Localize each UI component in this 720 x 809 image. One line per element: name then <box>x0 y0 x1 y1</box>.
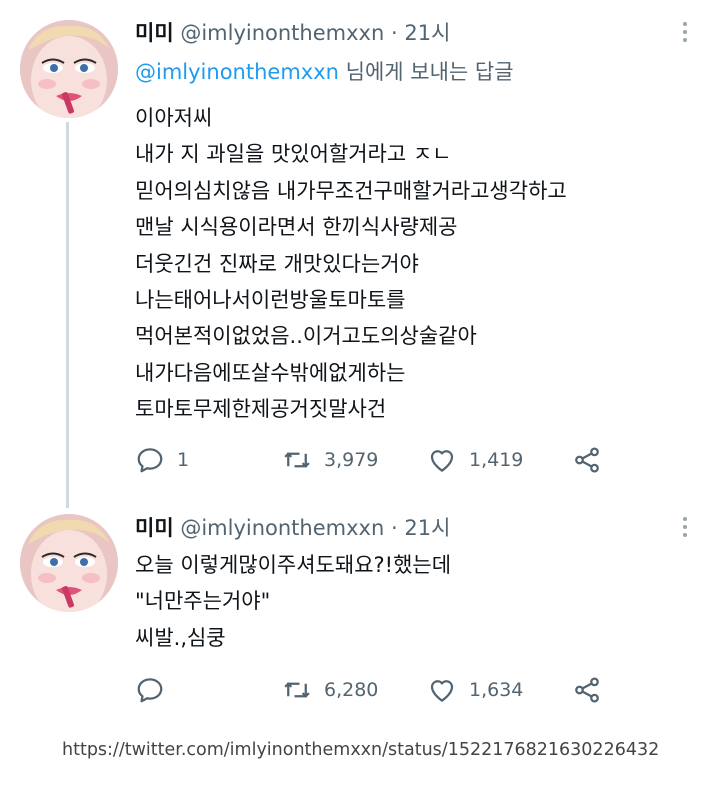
tweet-text-line: 나는태어나서이런방울토마토를 <box>135 287 406 312</box>
retweet-icon <box>284 452 310 468</box>
tweet-text-line: 맨날 시식용이라면서 한끼식사량제공 <box>135 215 458 240</box>
display-name[interactable]: 미미 <box>135 21 174 45</box>
share-icon <box>575 677 599 703</box>
tweet-text-line: 먹어본적이없었음..이거고도의상술같아 <box>135 324 477 349</box>
reply-icon <box>137 448 163 473</box>
like-button[interactable]: 1,419 <box>427 443 523 477</box>
reply-button[interactable] <box>135 673 165 707</box>
reply-icon <box>137 678 163 703</box>
reply-button[interactable]: 1 <box>135 443 189 477</box>
action-bar: 6,280 1,634 <box>0 673 720 707</box>
avatar[interactable] <box>20 20 118 118</box>
more-icon[interactable] <box>678 22 692 46</box>
share-button[interactable] <box>572 443 602 477</box>
like-count: 1,634 <box>469 679 524 701</box>
retweet-button[interactable]: 3,979 <box>282 443 378 477</box>
tweet-header: 미미 @imlyinonthemxxn · 21시 <box>135 18 450 48</box>
tweet[interactable]: 미미 @imlyinonthemxxn · 21시 오늘 이렇게많이주셔도돼요?… <box>0 500 720 725</box>
heart-icon <box>430 680 454 702</box>
tweet-text-line: 내가 지 과일을 맛있어할거라고 ㅈㄴ <box>135 142 452 167</box>
separator-dot: · <box>390 21 398 45</box>
more-icon[interactable] <box>678 517 692 541</box>
reply-count: 1 <box>177 449 190 471</box>
replying-to-suffix: 님에게 보내는 답글 <box>338 60 514 84</box>
share-button[interactable] <box>572 673 602 707</box>
retweet-count: 6,280 <box>324 679 379 701</box>
action-bar: 1 3,979 1,419 <box>0 443 720 477</box>
tweet-text-line: 내가다음에또살수밖에없게하는 <box>135 360 406 385</box>
retweet-icon <box>284 682 310 698</box>
tweet-text-line: 토마토무제한제공거짓말사건 <box>135 397 387 422</box>
source-url[interactable]: https://twitter.com/imlyinonthemxxn/stat… <box>62 740 659 760</box>
tweet-text-line: "너만주는거야" <box>135 589 271 614</box>
like-count: 1,419 <box>469 449 524 471</box>
user-handle[interactable]: @imlyinonthemxxn <box>180 516 384 540</box>
retweet-count: 3,979 <box>324 449 379 471</box>
display-name[interactable]: 미미 <box>135 516 174 540</box>
separator-dot: · <box>390 516 398 540</box>
replying-to: @imlyinonthemxxn 님에게 보내는 답글 <box>135 57 514 87</box>
timestamp[interactable]: 21시 <box>404 516 450 540</box>
tweet-text: 이아저씨 내가 지 과일을 맛있어할거라고 ㅈㄴ 믿어의심치않음 내가무조건구매… <box>135 100 567 428</box>
tweet-text-line: 더웃긴건 진짜로 개맛있다는거야 <box>135 251 419 276</box>
reply-mention-link[interactable]: @imlyinonthemxxn <box>135 60 339 84</box>
tweet-text-line: 씨발.,심쿵 <box>135 625 226 650</box>
tweet-text-line: 이아저씨 <box>135 106 213 130</box>
timestamp[interactable]: 21시 <box>404 21 450 45</box>
avatar[interactable] <box>20 514 118 612</box>
user-handle[interactable]: @imlyinonthemxxn <box>180 21 384 45</box>
tweet-text: 오늘 이렇게많이주셔도돼요?!했는데 "너만주는거야" 씨발.,심쿵 <box>135 547 451 656</box>
retweet-button[interactable]: 6,280 <box>282 673 378 707</box>
heart-icon <box>430 450 454 472</box>
tweet-header: 미미 @imlyinonthemxxn · 21시 <box>135 513 450 543</box>
share-icon <box>575 447 599 473</box>
tweet-text-line: 믿어의심치않음 내가무조건구매할거라고생각하고 <box>135 178 567 203</box>
tweet[interactable]: 미미 @imlyinonthemxxn · 21시 @imlyinonthemx… <box>0 0 720 508</box>
like-button[interactable]: 1,634 <box>427 673 523 707</box>
tweet-text-line: 오늘 이렇게많이주셔도돼요?!했는데 <box>135 553 452 577</box>
